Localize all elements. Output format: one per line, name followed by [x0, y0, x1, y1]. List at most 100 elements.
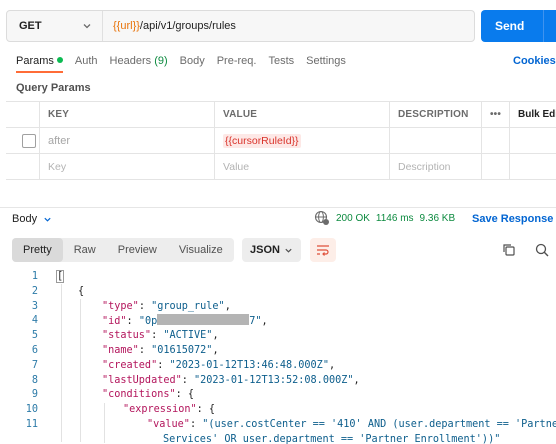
json-punctuation: , — [261, 316, 268, 328]
url-input[interactable]: {{url}}/api/v1/groups/rules — [103, 20, 236, 32]
json-string: "2023-01-12T13:46:48.000Z" — [169, 359, 329, 371]
row-checkbox[interactable] — [22, 133, 36, 148]
globe-icon[interactable] — [314, 210, 330, 226]
new-key-input[interactable]: Key — [39, 154, 214, 179]
pane-divider[interactable] — [0, 180, 556, 208]
wrap-lines-icon — [317, 245, 329, 256]
json-string: "(user.costCenter == '410' AND (user.dep… — [202, 418, 556, 430]
row-spacer — [509, 128, 556, 153]
method-label: GET — [19, 20, 42, 32]
json-key: "id" — [102, 316, 127, 328]
json-string: 7" — [249, 316, 262, 328]
param-value-cell[interactable]: {{cursorRuleId}} — [214, 128, 389, 153]
tab-tests[interactable]: Tests — [268, 55, 294, 67]
response-code-view[interactable]: 1[2{3 "type": "group_rule", 4 "id": "0p 7", 5… — [0, 270, 556, 444]
code-text: "conditions": { — [102, 388, 194, 403]
code-text: "id": "0p 7", — [102, 314, 268, 330]
column-header-key: KEY — [39, 102, 214, 127]
chevron-down-icon — [44, 217, 51, 222]
tab-pre-request[interactable]: Pre-req. — [217, 55, 257, 67]
json-punctuation: , — [353, 374, 360, 386]
response-body-select[interactable]: Body — [12, 213, 52, 225]
search-icon[interactable] — [533, 241, 551, 259]
json-key: "value" — [147, 418, 190, 430]
active-tab-underline — [16, 71, 63, 73]
url-variable: {{url}} — [113, 20, 140, 32]
chevron-down-icon — [83, 24, 91, 29]
table-row-new: Key Value Description — [6, 154, 556, 180]
tab-auth[interactable]: Auth — [75, 55, 98, 67]
code-line: 2{ — [0, 285, 556, 300]
send-label: Send — [495, 19, 525, 33]
code-line: 4 "id": "0p 7", — [0, 314, 556, 329]
cookies-link[interactable]: Cookies — [513, 55, 556, 67]
language-select[interactable]: JSON — [242, 238, 301, 262]
json-string: "2023-01-12T13:52:08.000Z" — [194, 374, 354, 386]
more-options-icon[interactable]: ••• — [481, 102, 509, 127]
param-key[interactable]: after — [39, 128, 214, 153]
copy-icon[interactable] — [500, 241, 518, 259]
json-punctuation: , — [224, 300, 231, 312]
param-value: {{cursorRuleId}} — [223, 133, 301, 148]
tab-label: Params — [16, 55, 54, 67]
json-punctuation: { — [78, 285, 85, 297]
line-number: 1 — [31, 271, 38, 282]
code-line: 1[ — [0, 270, 556, 285]
code-text: "name": "01615072", — [102, 344, 219, 359]
new-value-input[interactable]: Value — [214, 154, 389, 179]
line-number: 2 — [31, 285, 38, 297]
response-status-bar: 200 OK 1146 ms 9.36 KB — [314, 210, 455, 226]
query-params-table: KEY VALUE DESCRIPTION ••• Bulk Edi after… — [6, 101, 556, 180]
code-text: Services' OR user.department == 'Partner… — [163, 433, 500, 444]
column-header-value: VALUE — [214, 102, 389, 127]
line-number: 11 — [25, 418, 38, 430]
wrap-lines-button[interactable] — [310, 238, 336, 262]
response-body-label: Body — [12, 213, 38, 225]
format-toggle-group: Pretty Raw Preview Visualize — [12, 238, 234, 262]
headers-count: (9) — [154, 55, 168, 67]
new-description-input[interactable]: Description — [389, 154, 481, 179]
bulk-edit-link[interactable]: Bulk Edi — [509, 102, 556, 127]
code-line: 3 "type": "group_rule", — [0, 300, 556, 315]
response-size[interactable]: 9.36 KB — [420, 213, 456, 224]
format-pretty[interactable]: Pretty — [12, 238, 63, 262]
line-number: 4 — [31, 315, 38, 327]
tab-headers[interactable]: Headers (9) — [110, 55, 168, 67]
tab-settings[interactable]: Settings — [306, 55, 346, 67]
json-punctuation: : { — [196, 404, 216, 416]
code-line: 11 "value": "(user.costCenter == '410' AN… — [0, 418, 556, 433]
row-spacer — [509, 154, 556, 179]
code-text: "type": "group_rule", — [102, 300, 231, 315]
line-number: 7 — [31, 359, 38, 371]
param-description[interactable] — [389, 128, 481, 153]
json-punctuation: : — [126, 316, 139, 328]
params-active-dot — [56, 57, 63, 63]
send-button[interactable]: Send — [481, 10, 556, 42]
method-select[interactable]: GET — [7, 11, 103, 41]
line-number: 6 — [31, 344, 38, 356]
column-header-description: DESCRIPTION — [389, 102, 481, 127]
format-preview[interactable]: Preview — [107, 238, 168, 262]
code-line: Services' OR user.department == 'Partner… — [0, 433, 556, 444]
line-number: 8 — [31, 374, 38, 386]
status-code[interactable]: 200 OK — [336, 213, 370, 224]
language-label: JSON — [250, 244, 280, 256]
json-punctuation: : — [138, 300, 152, 312]
code-text: "created": "2023-01-12T13:46:48.000Z", — [102, 359, 335, 374]
format-visualize[interactable]: Visualize — [168, 238, 234, 262]
row-spacer — [481, 154, 509, 179]
save-response-button[interactable]: Save Response — [472, 213, 556, 225]
query-params-title: Query Params — [16, 82, 91, 94]
table-row: after {{cursorRuleId}} — [6, 128, 556, 154]
tab-params[interactable]: Params — [16, 55, 63, 67]
json-punctuation: : — [138, 344, 152, 356]
json-key: "created" — [102, 359, 158, 371]
response-time[interactable]: 1146 ms — [376, 213, 414, 224]
code-text: { — [78, 285, 84, 300]
tab-label: Headers — [109, 55, 152, 67]
code-line: 6 "name": "01615072", — [0, 344, 556, 359]
format-raw[interactable]: Raw — [63, 238, 107, 262]
code-text: [ — [55, 270, 65, 285]
code-text: "lastUpdated": "2023-01-12T13:52:08.000Z… — [102, 374, 360, 389]
tab-body[interactable]: Body — [180, 55, 205, 67]
